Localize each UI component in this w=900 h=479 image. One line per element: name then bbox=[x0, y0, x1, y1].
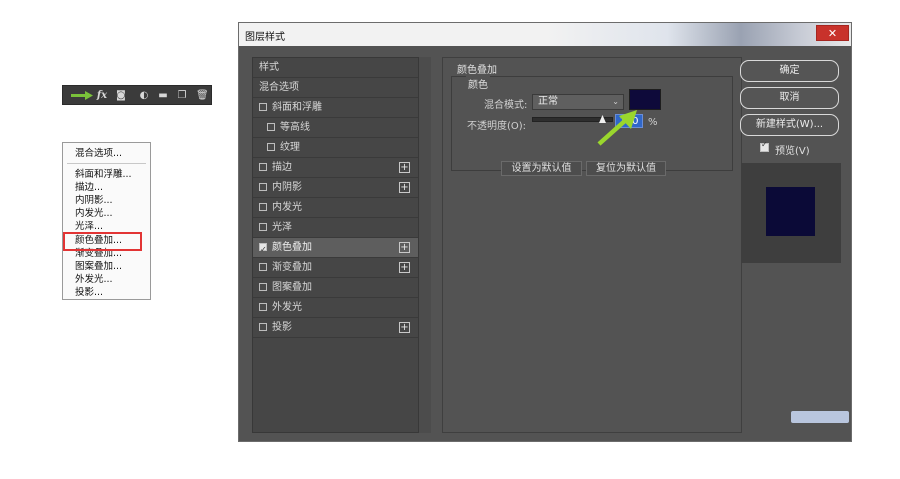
style-list-label: 渐变叠加 bbox=[272, 262, 312, 273]
style-list-label: 斜面和浮雕 bbox=[272, 102, 322, 113]
sub-group-title: 颜色 bbox=[466, 76, 490, 91]
style-item-outer-glow[interactable]: 外发光 bbox=[253, 298, 418, 318]
style-list-label: 光泽 bbox=[272, 222, 292, 233]
add-style-button[interactable]: + bbox=[399, 262, 410, 273]
add-style-button[interactable]: + bbox=[399, 322, 410, 333]
blend-mode-value: 正常 bbox=[538, 96, 558, 107]
style-item-inner-glow[interactable]: 内发光 bbox=[253, 198, 418, 218]
group-title: 颜色叠加 bbox=[457, 65, 497, 76]
blend-mode-label: 混合模式: bbox=[484, 100, 528, 111]
style-list: 样式 混合选项 斜面和浮雕 等高线 纹理 描边 + 内阴影 + 内发光 光泽 ✓… bbox=[252, 57, 419, 433]
style-checkbox[interactable] bbox=[259, 263, 267, 271]
dialog-title: 图层样式 bbox=[245, 32, 285, 43]
style-list-label: 样式 bbox=[259, 62, 279, 73]
highlight-box bbox=[63, 232, 142, 251]
green-arrow-icon bbox=[597, 110, 637, 146]
menu-separator bbox=[67, 163, 146, 164]
style-checkbox[interactable] bbox=[259, 283, 267, 291]
style-item-inner-shadow[interactable]: 内阴影 + bbox=[253, 178, 418, 198]
style-checkbox[interactable] bbox=[259, 223, 267, 231]
style-list-label: 内阴影 bbox=[272, 182, 302, 193]
style-list-header-styles[interactable]: 样式 bbox=[253, 58, 418, 78]
layer-style-dialog: 图层样式 ✕ 样式 混合选项 斜面和浮雕 等高线 纹理 描边 + 内阴影 + 内… bbox=[238, 22, 852, 442]
style-checkbox[interactable] bbox=[259, 103, 267, 111]
style-item-contour[interactable]: 等高线 bbox=[253, 118, 418, 138]
panel-splitter[interactable] bbox=[419, 57, 431, 433]
add-style-button[interactable]: + bbox=[399, 162, 410, 173]
style-item-bevel-emboss[interactable]: 斜面和浮雕 bbox=[253, 98, 418, 118]
style-list-label: 等高线 bbox=[280, 122, 310, 133]
preview-checkbox[interactable] bbox=[760, 140, 769, 152]
menu-item-blending-options[interactable]: 混合选项... bbox=[75, 148, 122, 160]
new-style-button[interactable]: 新建样式(W)... bbox=[740, 114, 839, 136]
style-checkbox[interactable] bbox=[259, 303, 267, 311]
menu-item-outer-glow[interactable]: 外发光... bbox=[75, 274, 113, 286]
style-checkbox[interactable] bbox=[259, 163, 267, 171]
preview-thumbnail bbox=[741, 163, 841, 263]
opacity-unit: % bbox=[648, 117, 658, 128]
adjustment-icon[interactable]: ◐ bbox=[138, 89, 150, 102]
style-item-stroke[interactable]: 描边 + bbox=[253, 158, 418, 178]
style-item-pattern-overlay[interactable]: 图案叠加 bbox=[253, 278, 418, 298]
style-item-color-overlay[interactable]: 颜色叠加 + bbox=[253, 238, 418, 259]
style-list-label: 颜色叠加 bbox=[272, 242, 312, 253]
add-style-button[interactable]: + bbox=[399, 242, 410, 253]
style-list-label: 混合选项 bbox=[259, 82, 299, 93]
mask-icon[interactable]: ◙ bbox=[115, 89, 127, 102]
style-checkbox[interactable] bbox=[259, 203, 267, 211]
style-item-drop-shadow[interactable]: 投影 + bbox=[253, 318, 418, 338]
menu-item-stroke[interactable]: 描边... bbox=[75, 182, 103, 194]
watermark-logo bbox=[791, 409, 851, 429]
preview-label: 预览(V) bbox=[775, 146, 810, 157]
style-checkbox[interactable] bbox=[267, 123, 275, 131]
trash-icon[interactable]: 🗑 bbox=[196, 89, 209, 102]
style-list-label: 外发光 bbox=[272, 302, 302, 313]
style-checkbox-checked[interactable] bbox=[259, 240, 267, 259]
cancel-button[interactable]: 取消 bbox=[740, 87, 839, 109]
dialog-titlebar[interactable]: 图层样式 ✕ bbox=[239, 23, 851, 46]
menu-item-inner-shadow[interactable]: 内阴影... bbox=[75, 195, 113, 207]
reset-default-button[interactable]: 复位为默认值 bbox=[586, 161, 666, 176]
style-item-texture[interactable]: 纹理 bbox=[253, 138, 418, 158]
style-list-label: 纹理 bbox=[280, 142, 300, 153]
preview-swatch bbox=[766, 187, 815, 236]
new-layer-icon[interactable]: ❐ bbox=[176, 89, 188, 102]
layers-toolbar: fx ◙ ◐ ▬ ❐ 🗑 bbox=[62, 85, 212, 105]
close-button[interactable]: ✕ bbox=[816, 25, 849, 41]
menu-item-pattern-overlay[interactable]: 图案叠加... bbox=[75, 261, 122, 273]
style-checkbox[interactable] bbox=[259, 323, 267, 331]
style-list-label: 图案叠加 bbox=[272, 282, 312, 293]
style-list-label: 描边 bbox=[272, 162, 292, 173]
style-item-gradient-overlay[interactable]: 渐变叠加 + bbox=[253, 258, 418, 278]
ok-button[interactable]: 确定 bbox=[740, 60, 839, 82]
arrow-icon bbox=[69, 89, 95, 102]
opacity-label: 不透明度(O): bbox=[467, 121, 527, 132]
menu-item-inner-glow[interactable]: 内发光... bbox=[75, 208, 113, 220]
folder-icon[interactable]: ▬ bbox=[157, 89, 169, 102]
style-checkbox[interactable] bbox=[267, 143, 275, 151]
style-checkbox[interactable] bbox=[259, 183, 267, 191]
fx-context-menu: 混合选项... 斜面和浮雕... 描边... 内阴影... 内发光... 光泽.… bbox=[62, 142, 151, 300]
menu-item-drop-shadow[interactable]: 投影... bbox=[75, 287, 103, 299]
style-list-label: 内发光 bbox=[272, 202, 302, 213]
add-style-button[interactable]: + bbox=[399, 182, 410, 193]
menu-item-bevel-emboss[interactable]: 斜面和浮雕... bbox=[75, 169, 132, 181]
style-item-blending-options[interactable]: 混合选项 bbox=[253, 78, 418, 98]
style-list-label: 投影 bbox=[272, 322, 292, 333]
fx-icon[interactable]: fx bbox=[94, 89, 110, 102]
style-item-satin[interactable]: 光泽 bbox=[253, 218, 418, 238]
set-default-button[interactable]: 设置为默认值 bbox=[501, 161, 582, 176]
